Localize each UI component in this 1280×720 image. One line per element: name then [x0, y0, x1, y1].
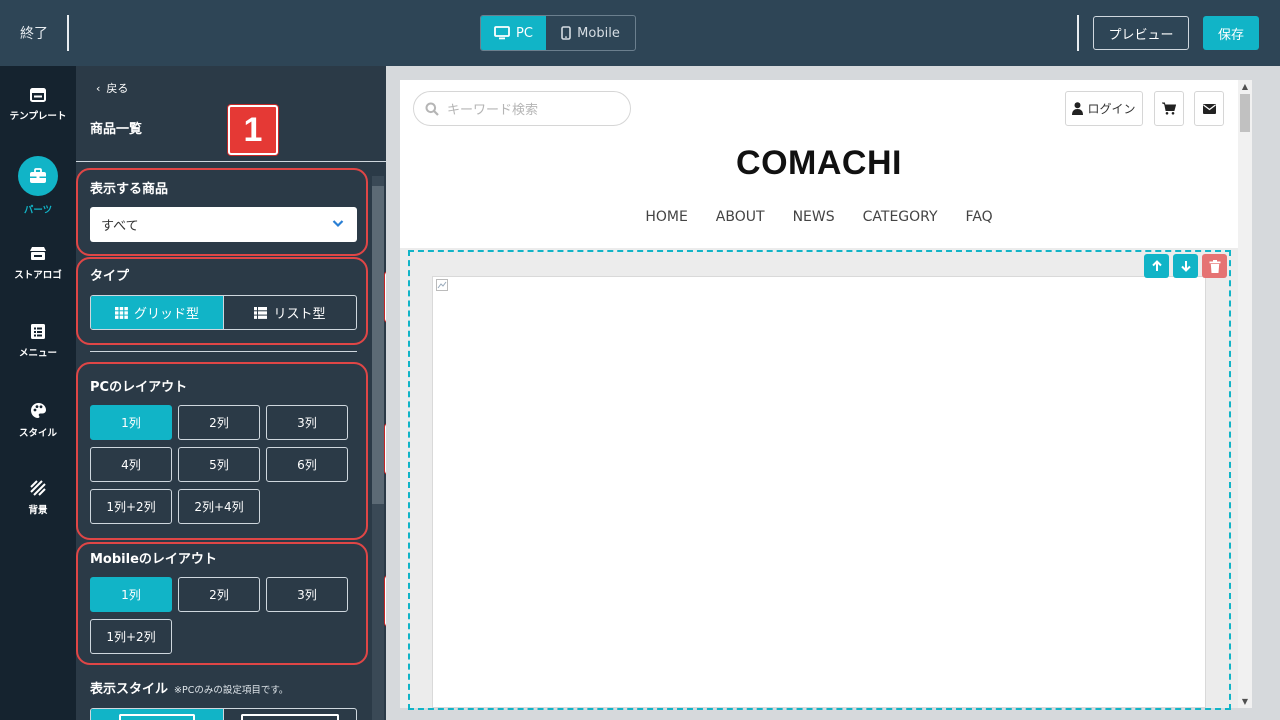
- highlight-outline: [76, 362, 368, 540]
- sidebar-item-background[interactable]: 背景: [0, 480, 76, 516]
- panel-title: 商品一覧: [90, 122, 143, 137]
- store-icon: [30, 247, 46, 260]
- mail-button[interactable]: [1194, 91, 1224, 126]
- login-label: ログイン: [1087, 102, 1136, 116]
- background-icon: [30, 480, 46, 496]
- step-marker: 1: [228, 105, 278, 155]
- device-pc-label: PC: [516, 25, 533, 41]
- highlight-outline: [76, 257, 368, 345]
- exit-button[interactable]: 終了: [20, 23, 48, 43]
- style-label: 表示スタイル: [90, 682, 169, 697]
- search-input[interactable]: キーワード検索: [413, 91, 631, 126]
- nav-link-news[interactable]: NEWS: [793, 209, 835, 225]
- preview-button[interactable]: プレビュー: [1093, 16, 1189, 50]
- nav-link-category[interactable]: CATEGORY: [863, 209, 938, 225]
- parts-icon-wrap: [18, 156, 58, 196]
- nav-link-faq[interactable]: FAQ: [966, 209, 993, 225]
- sidebar-item-label: 背景: [28, 505, 48, 516]
- mail-icon: [1202, 103, 1216, 114]
- monitor-icon: [494, 26, 510, 40]
- search-placeholder: キーワード検索: [447, 103, 539, 118]
- highlight-outline: [76, 168, 368, 256]
- chevron-left-icon: ‹: [96, 82, 101, 95]
- device-mobile-button[interactable]: Mobile: [546, 16, 635, 50]
- nav-link-about[interactable]: ABOUT: [716, 209, 765, 225]
- style-section: 表示スタイル ※PCのみの設定項目です。: [90, 678, 288, 697]
- store-nav: HOME ABOUT NEWS CATEGORY FAQ: [400, 209, 1238, 225]
- sidebar-item-template[interactable]: テンプレート: [0, 88, 76, 122]
- divider: [1077, 15, 1079, 51]
- style-preview-icon: [241, 714, 339, 720]
- menu-icon: [31, 324, 45, 339]
- divider: [76, 161, 386, 162]
- user-icon: [1072, 102, 1084, 115]
- sidebar-item-store-logo[interactable]: ストアロゴ: [0, 246, 76, 281]
- trash-icon: [1209, 259, 1220, 273]
- move-up-button[interactable]: [1144, 254, 1169, 278]
- search-icon: [425, 102, 439, 116]
- store-logo[interactable]: COMACHI: [400, 144, 1238, 183]
- parts-icon: [30, 168, 46, 183]
- arrow-down-icon: [1180, 261, 1191, 272]
- preview-scrollbar[interactable]: ▲ ▼: [1238, 80, 1252, 708]
- top-bar: 終了 PC Mobile プレビュー 保存: [0, 0, 1280, 66]
- device-mobile-label: Mobile: [577, 25, 620, 41]
- login-button[interactable]: ログイン: [1065, 91, 1143, 126]
- selected-part-outline: [408, 250, 1231, 710]
- back-label: 戻る: [106, 82, 129, 95]
- move-down-button[interactable]: [1173, 254, 1198, 278]
- sidebar-item-style[interactable]: スタイル: [0, 402, 76, 439]
- sidebar-rail: テンプレート パーツ ストアロゴ メニュー スタイル 背景: [0, 66, 76, 720]
- panel-scrollbar[interactable]: [372, 176, 384, 720]
- back-link[interactable]: ‹ 戻る: [96, 80, 128, 96]
- cart-button[interactable]: [1154, 91, 1184, 126]
- sidebar-item-label: ストアロゴ: [14, 270, 62, 281]
- delete-button[interactable]: [1202, 254, 1227, 278]
- smartphone-icon: [561, 26, 571, 40]
- sidebar-item-label: テンプレート: [9, 111, 67, 122]
- highlight-outline: [76, 542, 368, 665]
- nav-link-home[interactable]: HOME: [645, 209, 687, 225]
- scrollbar-thumb[interactable]: [372, 186, 384, 504]
- sidebar-item-label: スタイル: [18, 428, 57, 439]
- style-preview-icon: [119, 714, 195, 720]
- save-button[interactable]: 保存: [1203, 16, 1259, 50]
- template-icon: [30, 88, 46, 102]
- cart-icon: [1162, 102, 1176, 115]
- device-toggle: PC Mobile: [480, 15, 636, 51]
- sidebar-item-menu[interactable]: メニュー: [0, 324, 76, 359]
- device-pc-button[interactable]: PC: [481, 16, 546, 50]
- arrow-up-icon: [1151, 260, 1162, 271]
- scroll-down-arrow-icon[interactable]: ▼: [1238, 697, 1252, 706]
- scroll-up-arrow-icon[interactable]: ▲: [1238, 82, 1252, 91]
- palette-icon: [30, 403, 46, 418]
- divider: [67, 15, 69, 51]
- divider: [90, 351, 357, 352]
- sidebar-item-label: メニュー: [18, 348, 57, 359]
- sidebar-item-parts[interactable]: パーツ: [0, 156, 76, 216]
- style-note: ※PCのみの設定項目です。: [174, 685, 289, 696]
- sidebar-item-label: パーツ: [23, 205, 53, 216]
- scrollbar-thumb[interactable]: [1240, 94, 1250, 132]
